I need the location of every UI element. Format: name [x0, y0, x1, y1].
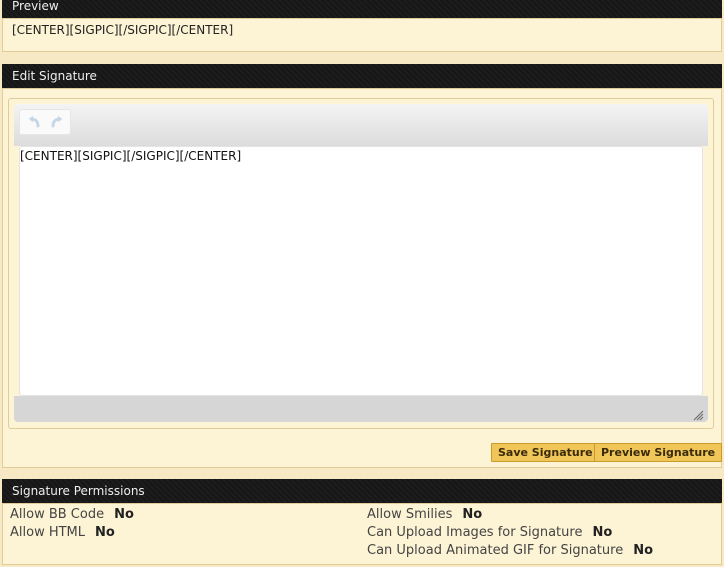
permission-allow-smilies: Allow Smilies No	[367, 507, 482, 522]
permission-value: No	[592, 525, 613, 540]
undo-redo-group	[19, 109, 71, 135]
permission-allow-html: Allow HTML No	[10, 525, 115, 540]
preview-header: Preview	[2, 0, 722, 18]
undo-icon[interactable]	[26, 113, 44, 131]
permission-upload-animated-gif: Can Upload Animated GIF for Signature No	[367, 543, 653, 558]
permissions-title: Signature Permissions	[12, 484, 145, 498]
redo-icon[interactable]	[47, 113, 65, 131]
permission-label: Can Upload Animated GIF for Signature	[367, 543, 624, 558]
permissions-header: Signature Permissions	[2, 479, 722, 503]
permission-label: Allow Smilies	[367, 507, 453, 522]
permission-allow-bb-code: Allow BB Code No	[10, 507, 134, 522]
editor-statusbar	[14, 396, 708, 422]
resize-handle-icon[interactable]	[692, 406, 704, 421]
permission-value: No	[633, 543, 654, 558]
signature-textarea[interactable]: [CENTER][SIGPIC][/SIGPIC][/CENTER]	[19, 146, 703, 396]
edit-signature-title: Edit Signature	[12, 69, 97, 83]
preview-title: Preview	[12, 0, 59, 13]
permission-value: No	[462, 507, 483, 522]
save-signature-button[interactable]: Save Signature	[491, 443, 600, 462]
permission-label: Can Upload Images for Signature	[367, 525, 583, 540]
edit-signature-header: Edit Signature	[2, 64, 722, 88]
editor-toolbar	[14, 104, 708, 146]
preview-content: [CENTER][SIGPIC][/SIGPIC][/CENTER]	[12, 23, 234, 37]
permission-label: Allow BB Code	[10, 507, 105, 522]
permission-value: No	[95, 525, 115, 540]
permission-value: No	[114, 507, 134, 522]
preview-signature-button[interactable]: Preview Signature	[594, 443, 723, 462]
permission-label: Allow HTML	[10, 525, 86, 540]
permission-upload-images: Can Upload Images for Signature No	[367, 525, 612, 540]
